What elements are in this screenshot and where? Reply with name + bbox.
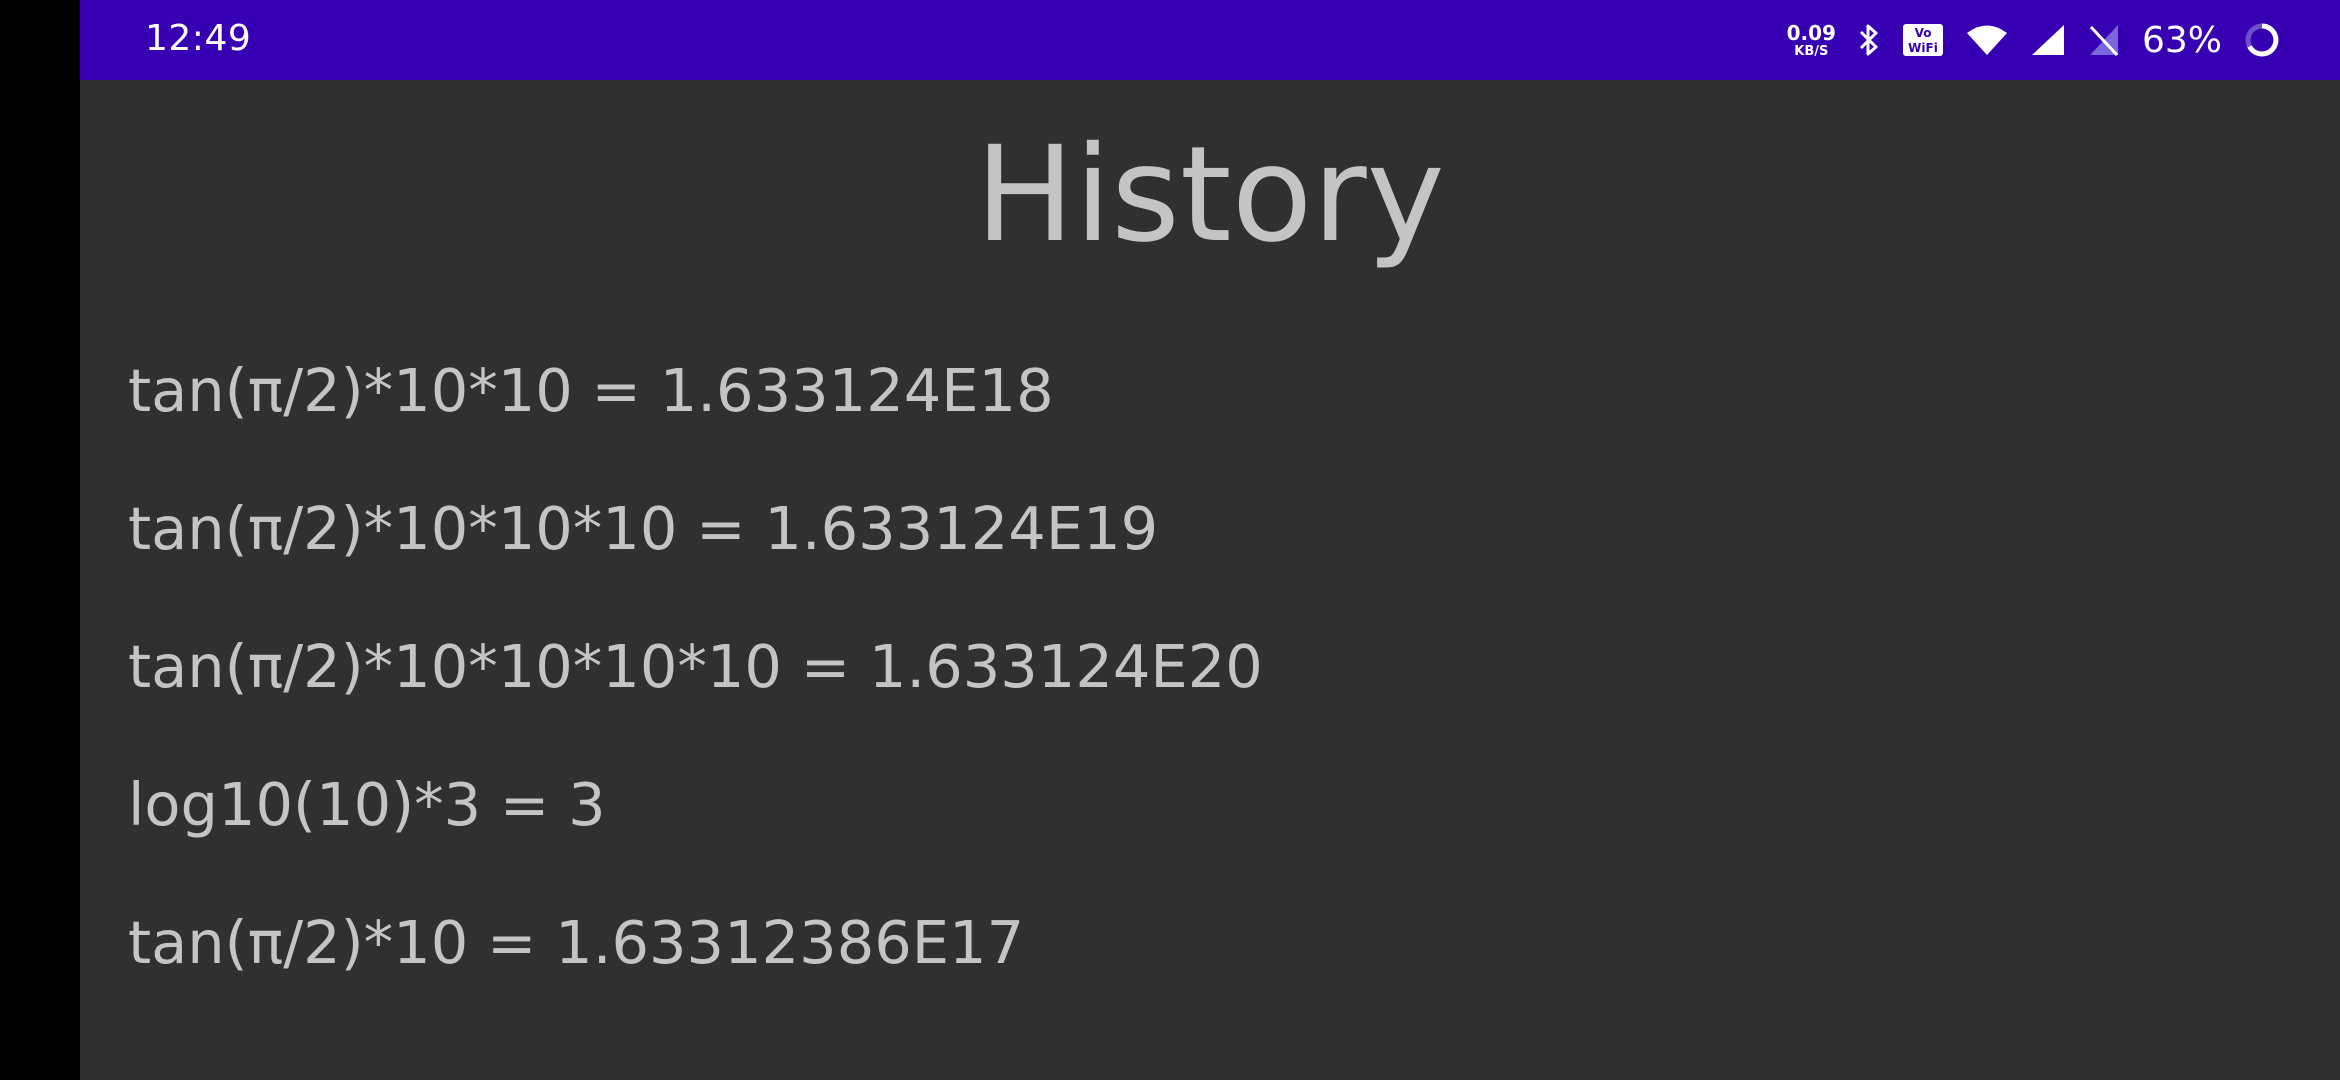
- status-icons: 0.09 KB/S Vo WiFi 63%: [1787, 0, 2280, 80]
- network-speed-unit: KB/S: [1794, 43, 1829, 59]
- history-item[interactable]: tan(π/2)*10*10*10 = 1.633124E19: [128, 483, 1263, 621]
- history-item[interactable]: log10(10)*3 = 3: [128, 759, 1263, 897]
- vowifi-label-top: Vo: [1915, 26, 1932, 40]
- vowifi-label-bottom: WiFi: [1908, 41, 1938, 55]
- cell-signal-icon: [2030, 23, 2066, 57]
- history-item[interactable]: tan(π/2)*10*10*10*10 = 1.633124E20: [128, 621, 1263, 759]
- status-time: 12:49: [145, 18, 252, 59]
- bluetooth-icon: [1858, 23, 1880, 57]
- history-list: tan(π/2)*10*10 = 1.633124E18 tan(π/2)*10…: [128, 345, 1263, 1035]
- status-bar: 12:49 0.09 KB/S Vo WiFi 63%: [80, 0, 2340, 80]
- battery-percent: 63%: [2141, 19, 2222, 61]
- battery-ring-icon: [2244, 22, 2280, 58]
- history-item[interactable]: tan(π/2)*10 = 1.63312386E17: [128, 897, 1263, 1035]
- page-title: History: [975, 118, 1445, 272]
- network-speed-indicator: 0.09 KB/S: [1787, 23, 1836, 58]
- network-speed-value: 0.09: [1786, 20, 1836, 45]
- wifi-icon: [1966, 24, 2008, 56]
- history-item[interactable]: tan(π/2)*10*10 = 1.633124E18: [128, 345, 1263, 483]
- vowifi-icon: Vo WiFi: [1902, 23, 1944, 57]
- app-screen: 12:49 0.09 KB/S Vo WiFi 63% History tan(…: [80, 0, 2340, 1080]
- no-sim-icon: [2088, 23, 2120, 57]
